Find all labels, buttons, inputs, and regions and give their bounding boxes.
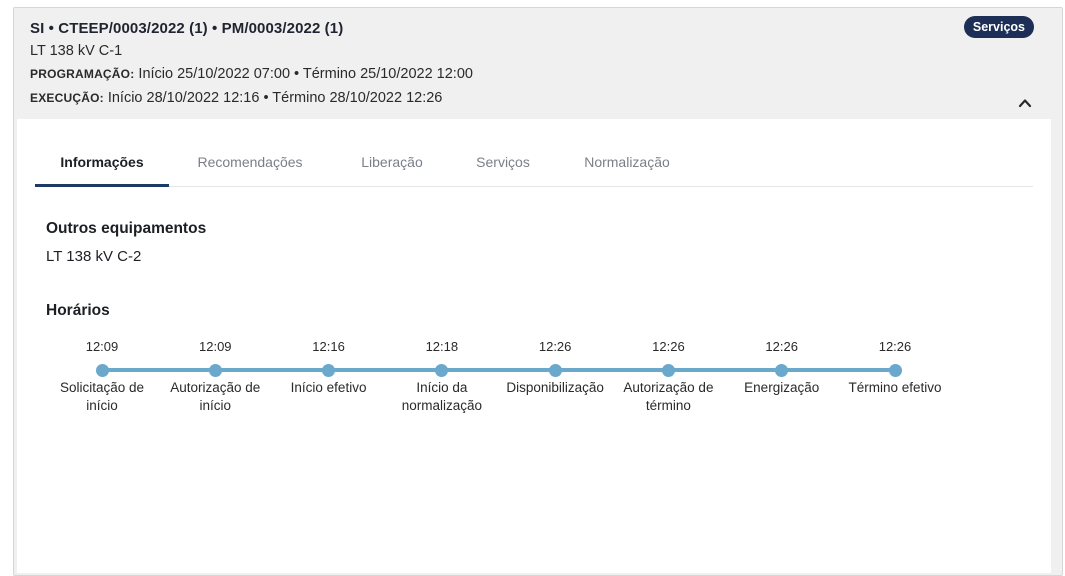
active-tab-indicator — [35, 184, 169, 187]
timeline-step-label: Energização — [744, 380, 820, 395]
tab-normalizacao[interactable]: Normalização — [571, 149, 683, 187]
tab-bar: Informações Recomendações Liberação Serv… — [35, 149, 1033, 187]
timeline-step: 12:09 Solicitação de início — [42, 339, 162, 415]
timeline-step: 12:26 Término efetivo — [835, 339, 955, 397]
programacao-line: PROGRAMAÇÃO: Início 25/10/2022 07:00 • T… — [30, 66, 473, 82]
status-badge: Serviços — [963, 16, 1034, 38]
timeline-dot — [435, 364, 449, 377]
timeline-step-label: Autorização de início — [170, 380, 261, 413]
tab-liberacao[interactable]: Liberação — [351, 149, 433, 187]
timeline-step-time: 12:09 — [199, 339, 232, 354]
timeline-step: 12:26 Autorização de término — [608, 339, 728, 415]
programacao-value: Início 25/10/2022 07:00 • Término 25/10/… — [134, 66, 473, 82]
outros-equipamentos-heading: Outros equipamentos — [46, 220, 207, 237]
outros-equipamentos-value: LT 138 kV C-2 — [46, 248, 142, 265]
timeline-step-label: Término efetivo — [848, 380, 942, 395]
timeline-step-time: 12:26 — [878, 339, 912, 354]
timeline-step-time: 12:16 — [312, 339, 345, 354]
timeline-step-label: Autorização de término — [623, 380, 714, 413]
timeline-step: 12:26 Disponibilização — [495, 339, 615, 397]
timeline-step-label: Solicitação de início — [59, 380, 145, 413]
maintenance-card: SI • CTEEP/0003/2022 (1) • PM/0003/2022 … — [13, 7, 1063, 576]
card-title: SI • CTEEP/0003/2022 (1) • PM/0003/2022 … — [30, 20, 344, 37]
timeline-step: 12:26 Energização — [722, 339, 842, 397]
timeline-dot — [548, 364, 562, 377]
execucao-label: EXECUÇÃO: — [30, 91, 104, 105]
timeline-step-time: 12:18 — [425, 339, 459, 354]
tab-servicos[interactable]: Serviços — [467, 149, 539, 187]
tab-informacoes[interactable]: Informações — [35, 149, 169, 187]
timeline-dot — [888, 364, 902, 377]
chevron-up-icon[interactable] — [1018, 96, 1032, 110]
horarios-heading: Horários — [46, 302, 110, 319]
timeline-dot — [661, 364, 675, 377]
horarios-timeline: 12:09 Solicitação de início 12:09 Autorizaç… — [17, 339, 1051, 439]
programacao-label: PROGRAMAÇÃO: — [30, 67, 135, 81]
execucao-line: EXECUÇÃO: Início 28/10/2022 12:16 • Térm… — [30, 90, 442, 106]
timeline-step-label: Início efetivo — [290, 380, 367, 395]
execucao-value: Início 28/10/2022 12:16 • Término 28/10/… — [103, 90, 443, 106]
timeline-step-label: Início da normalização — [401, 380, 482, 413]
timeline-step-time: 12:26 — [765, 339, 798, 354]
tab-recomendacoes[interactable]: Recomendações — [185, 149, 315, 187]
card-header[interactable]: SI • CTEEP/0003/2022 (1) • PM/0003/2022 … — [14, 8, 1062, 120]
timeline-step: 12:16 Início efetivo — [269, 339, 389, 397]
timeline-step-label: Disponibilização — [506, 380, 604, 395]
card-body: Informações Recomendações Liberação Serv… — [17, 119, 1051, 573]
equipment-name: LT 138 kV C-1 — [30, 43, 123, 59]
timeline-dot — [208, 364, 222, 377]
timeline-step-time: 12:26 — [538, 339, 572, 354]
timeline-dot — [775, 364, 789, 377]
timeline-step-time: 12:26 — [652, 339, 685, 354]
timeline-dot — [322, 364, 336, 377]
timeline-step-time: 12:09 — [85, 339, 119, 354]
timeline-step: 12:09 Autorização de início — [155, 339, 275, 415]
timeline-dot — [95, 364, 109, 377]
timeline-step: 12:18 Início da normalização — [382, 339, 502, 415]
